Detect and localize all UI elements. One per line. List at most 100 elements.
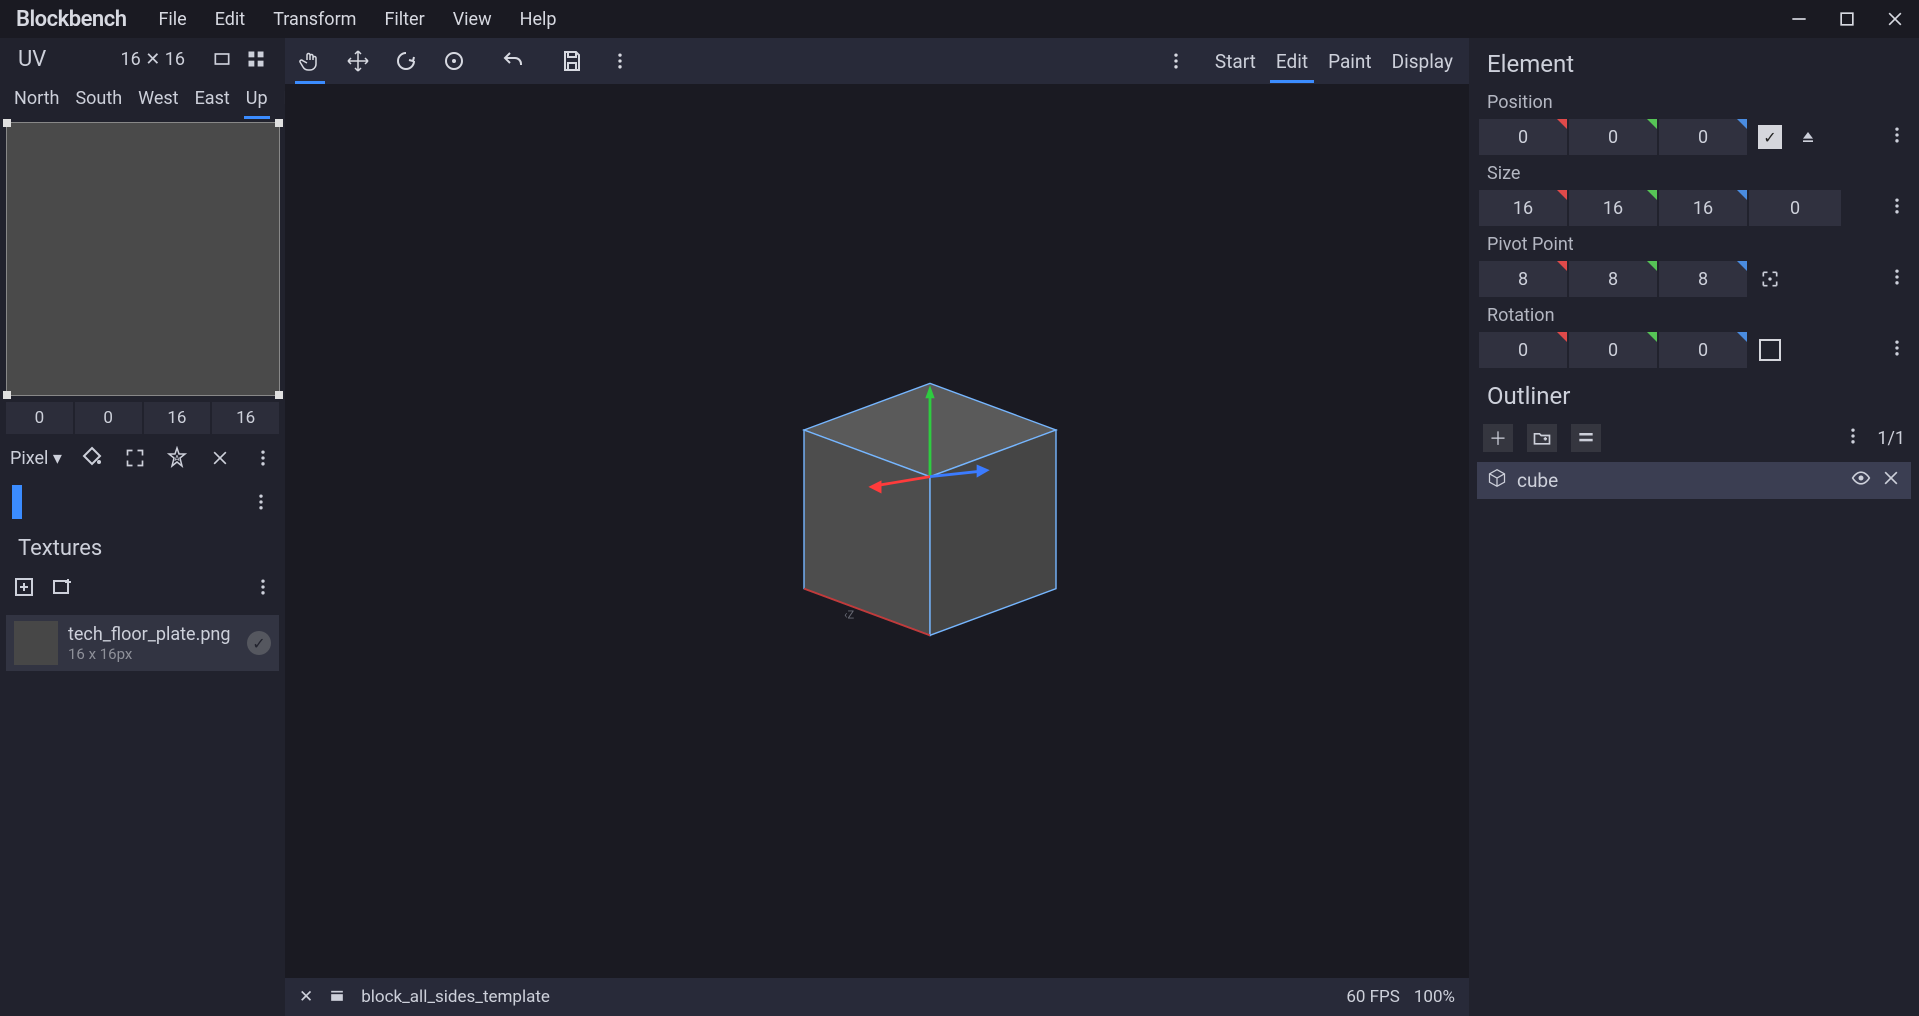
uv-coord-y2[interactable]: 16 — [212, 402, 279, 434]
color-swatch[interactable] — [12, 485, 22, 519]
position-checkbox[interactable]: ✓ — [1755, 122, 1785, 152]
texture-thumbnail — [14, 621, 58, 665]
menu-file[interactable]: File — [144, 3, 200, 36]
save-icon[interactable] — [553, 42, 591, 80]
uv-handle-top-right[interactable] — [275, 119, 283, 127]
outliner-item-cube[interactable]: cube — [1477, 462, 1911, 499]
menu-transform[interactable]: Transform — [259, 3, 370, 36]
pivot-x[interactable]: 8 — [1479, 261, 1567, 297]
window-close-button[interactable] — [1871, 0, 1919, 38]
window-minimize-button[interactable] — [1775, 0, 1823, 38]
toolbar-more-icon[interactable] — [601, 42, 639, 80]
uv-editor[interactable] — [6, 122, 280, 396]
size-y[interactable]: 16 — [1569, 190, 1657, 226]
pivot-tool-icon[interactable] — [435, 42, 473, 80]
uv-face-tabs: North South West East Up Down — [0, 80, 285, 116]
toggle-options-button[interactable] — [1571, 424, 1601, 452]
uv-handle-top-left[interactable] — [3, 119, 11, 127]
right-panel: Element Position 0 0 0 ✓ Size 16 16 16 0… — [1469, 38, 1919, 1016]
size-inflate[interactable]: 0 — [1749, 190, 1841, 226]
pivot-label: Pivot Point — [1469, 228, 1919, 259]
rotation-rescale-checkbox[interactable] — [1755, 335, 1785, 365]
create-texture-icon[interactable] — [50, 575, 74, 603]
viewport-toolbar: Start Edit Paint Display — [285, 38, 1469, 84]
cube-preview: ‹Z — [770, 374, 1090, 654]
uv-face-north[interactable]: North — [6, 82, 67, 115]
pivot-more-icon[interactable] — [1887, 267, 1909, 291]
rotate-tool-icon[interactable] — [387, 42, 425, 80]
title-bar: Blockbench File Edit Transform Filter Vi… — [0, 0, 1919, 38]
pan-tool-icon[interactable] — [291, 42, 329, 80]
menu-filter[interactable]: Filter — [370, 3, 438, 36]
mode-tab-display[interactable]: Display — [1382, 42, 1463, 81]
center-pivot-icon[interactable] — [1755, 264, 1785, 294]
uv-face-south[interactable]: South — [67, 82, 130, 115]
outliner-panel-title: Outliner — [1469, 370, 1919, 418]
uv-coord-y1[interactable]: 0 — [75, 402, 142, 434]
rotation-z[interactable]: 0 — [1659, 332, 1747, 368]
uv-grid-icon[interactable] — [241, 45, 271, 73]
position-eject-icon[interactable] — [1793, 122, 1823, 152]
position-y[interactable]: 0 — [1569, 119, 1657, 155]
uv-frame-icon[interactable] — [207, 45, 237, 73]
fullscreen-icon[interactable] — [123, 444, 148, 472]
uv-face-up[interactable]: Up — [238, 82, 276, 115]
size-z[interactable]: 16 — [1659, 190, 1747, 226]
uv-face-west[interactable]: West — [130, 82, 186, 115]
add-group-button[interactable] — [1527, 424, 1557, 452]
rotation-more-icon[interactable] — [1887, 338, 1909, 362]
project-name: block_all_sides_template — [361, 987, 550, 1007]
status-close-icon[interactable]: ✕ — [299, 987, 313, 1007]
texture-applied-icon[interactable]: ✓ — [247, 631, 271, 655]
color-more-icon[interactable] — [249, 492, 273, 512]
size-x[interactable]: 16 — [1479, 190, 1567, 226]
uv-grid-size[interactable]: 16 ✕ 16 — [121, 49, 185, 70]
uv-face-east[interactable]: East — [187, 82, 238, 115]
menu-help[interactable]: Help — [506, 3, 571, 36]
menu-view[interactable]: View — [439, 3, 506, 36]
mode-tab-edit[interactable]: Edit — [1266, 42, 1318, 81]
delete-icon[interactable] — [1881, 468, 1901, 493]
rotation-y[interactable]: 0 — [1569, 332, 1657, 368]
position-more-icon[interactable] — [1887, 125, 1909, 149]
left-panel: UV 16 ✕ 16 North South West East Up Down — [0, 38, 285, 1016]
window-maximize-button[interactable] — [1823, 0, 1871, 38]
zoom-label: 100% — [1414, 987, 1455, 1007]
brush-mode-dropdown[interactable]: Pixel ▾ — [10, 448, 62, 469]
pivot-z[interactable]: 8 — [1659, 261, 1747, 297]
size-label: Size — [1469, 157, 1919, 188]
auto-uv-icon[interactable]: A — [165, 444, 190, 472]
undo-icon[interactable] — [494, 42, 532, 80]
svg-text:‹Z: ‹Z — [844, 609, 854, 622]
fill-tool-icon[interactable] — [80, 444, 105, 472]
position-x[interactable]: 0 — [1479, 119, 1567, 155]
rotation-x[interactable]: 0 — [1479, 332, 1567, 368]
mode-tab-paint[interactable]: Paint — [1318, 42, 1382, 81]
uv-handle-bottom-left[interactable] — [3, 391, 11, 399]
textures-more-icon[interactable] — [253, 577, 273, 601]
textures-panel-title: Textures — [0, 522, 285, 569]
outliner-count: 1/1 — [1877, 428, 1905, 449]
uv-coord-x1[interactable]: 0 — [6, 402, 73, 434]
outliner-more-icon[interactable] — [1843, 426, 1863, 450]
visibility-icon[interactable] — [1851, 468, 1871, 493]
rotation-label: Rotation — [1469, 299, 1919, 330]
size-more-icon[interactable] — [1887, 196, 1909, 220]
move-tool-icon[interactable] — [339, 42, 377, 80]
add-cube-button[interactable]: ＋ — [1483, 424, 1513, 452]
3d-viewport[interactable]: ‹Z — [285, 84, 1469, 978]
pivot-y[interactable]: 8 — [1569, 261, 1657, 297]
uv-coord-x2[interactable]: 16 — [144, 402, 211, 434]
menu-edit[interactable]: Edit — [201, 3, 259, 36]
texture-item[interactable]: tech_floor_plate.png 16 x 16px ✓ — [6, 615, 279, 671]
cube-icon — [1487, 468, 1507, 493]
import-texture-icon[interactable] — [12, 575, 36, 603]
status-bar: ✕ block_all_sides_template 60 FPS 100% — [285, 978, 1469, 1016]
uv-handle-bottom-right[interactable] — [275, 391, 283, 399]
clear-uv-icon[interactable] — [208, 444, 233, 472]
element-panel-title: Element — [1469, 38, 1919, 86]
uv-more-icon[interactable] — [250, 444, 275, 472]
mode-tab-start[interactable]: Start — [1205, 42, 1266, 81]
mode-more-icon[interactable] — [1157, 42, 1195, 80]
position-z[interactable]: 0 — [1659, 119, 1747, 155]
